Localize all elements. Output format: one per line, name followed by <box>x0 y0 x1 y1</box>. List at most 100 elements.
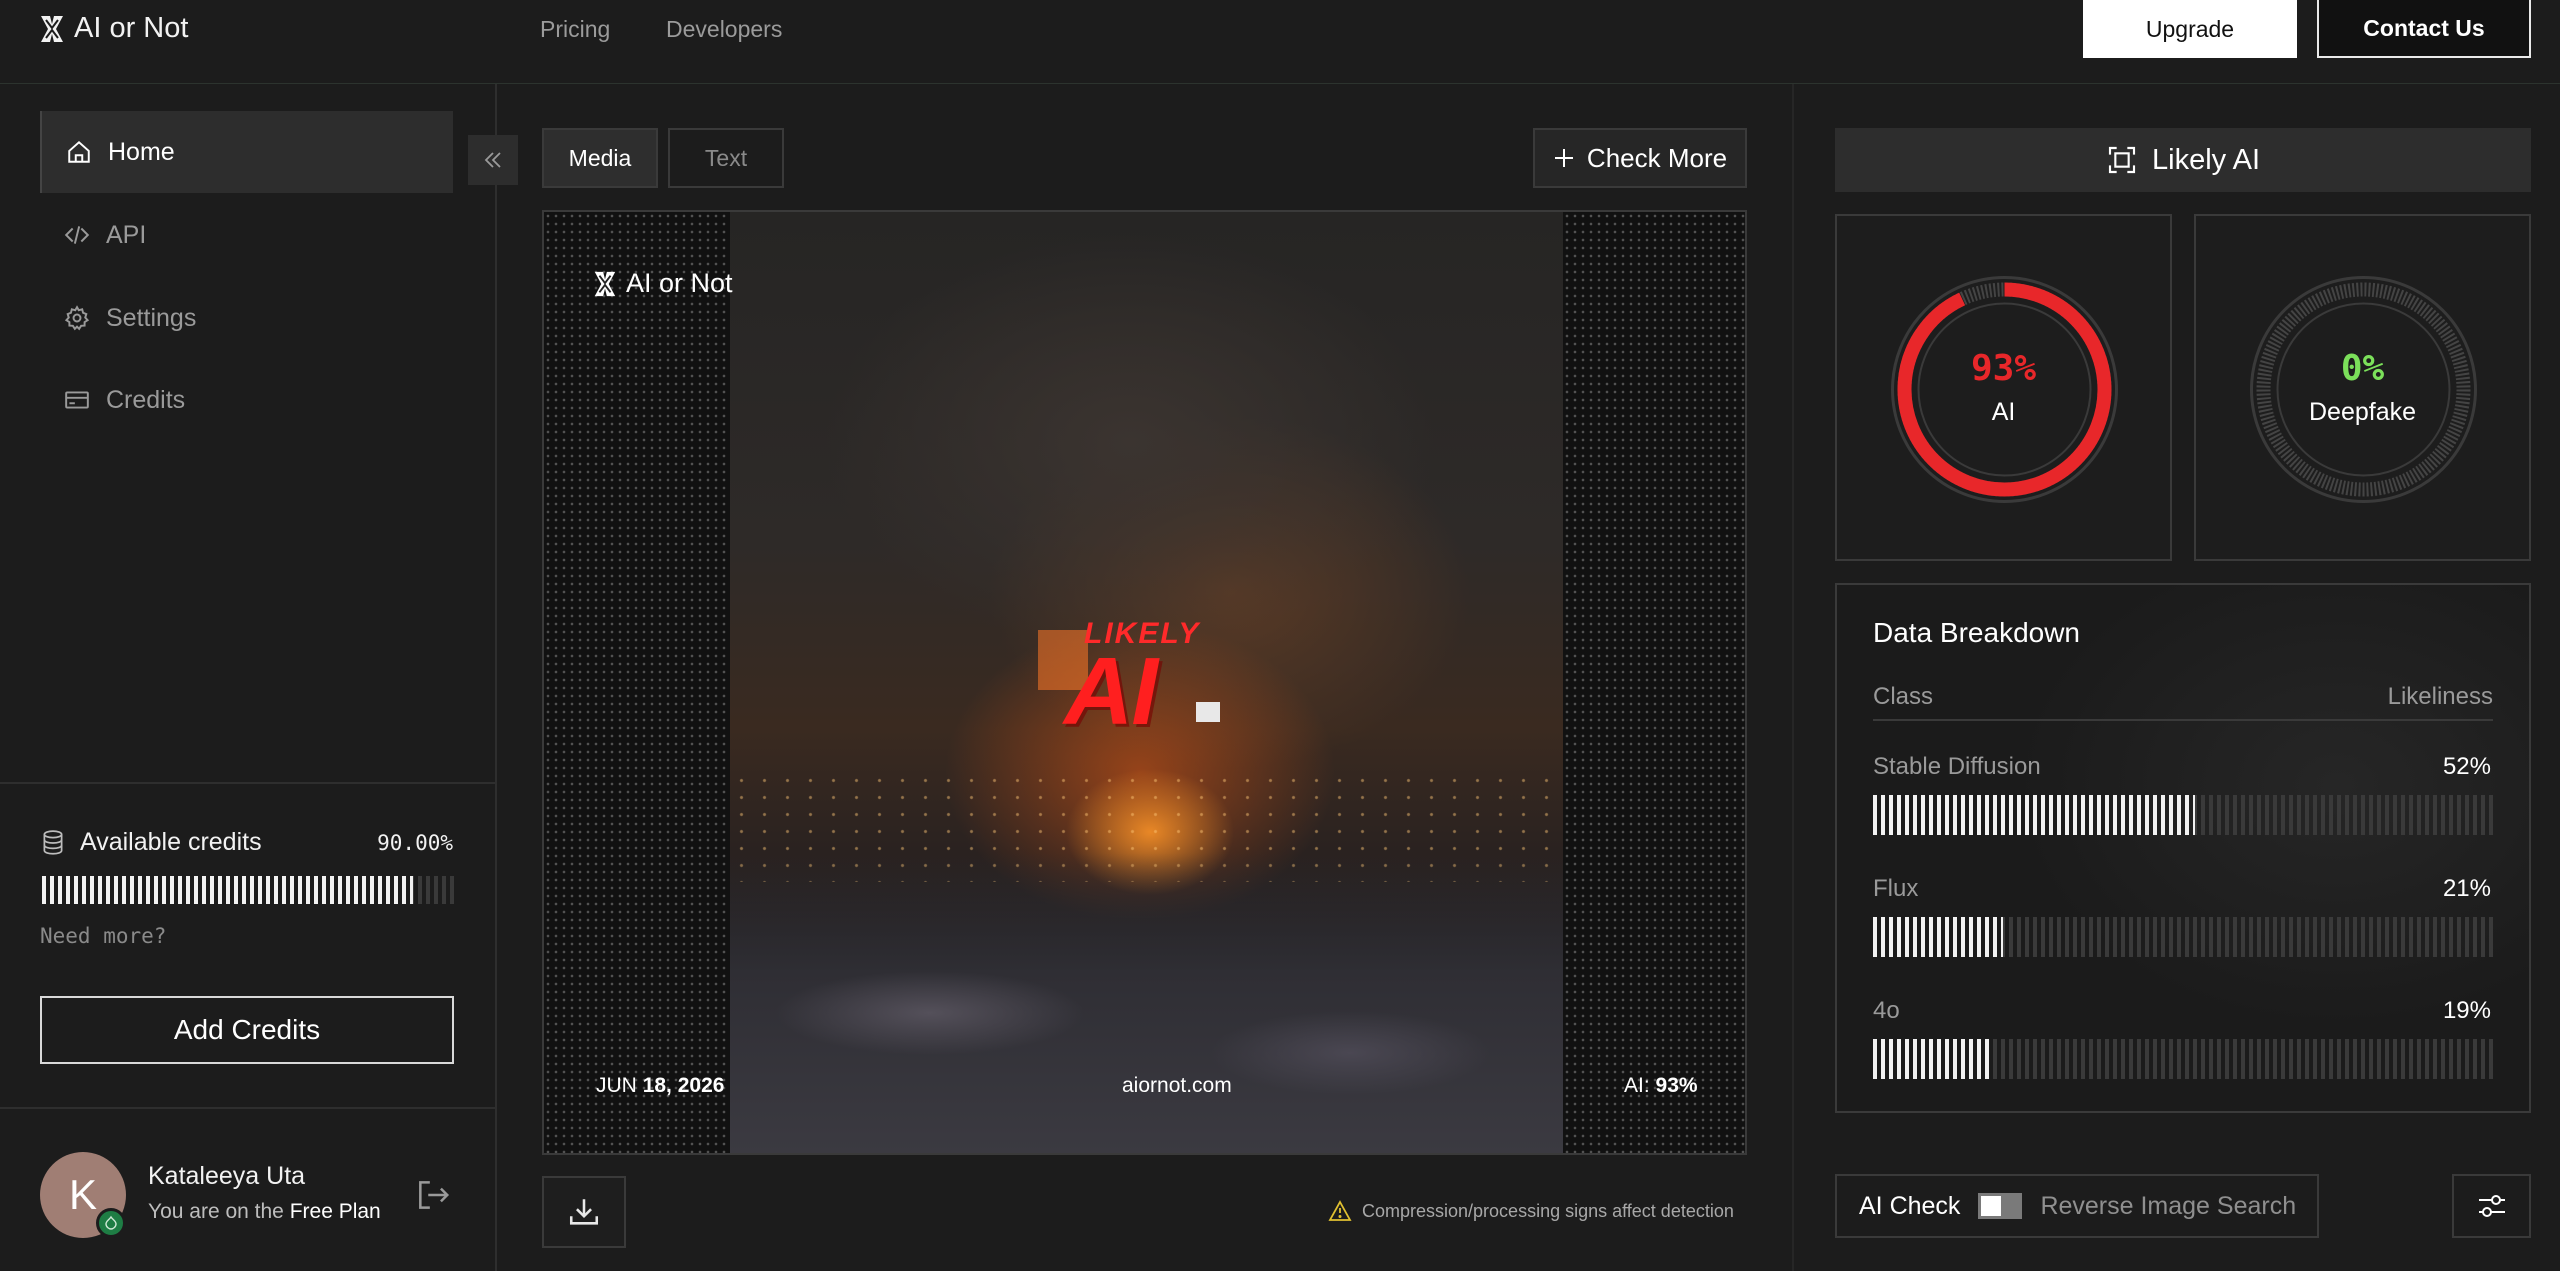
download-button[interactable] <box>542 1176 626 1248</box>
breakdown-row-fill <box>1873 1039 1991 1079</box>
image-ai-value: 93% <box>1655 1074 1698 1097</box>
user-profile[interactable]: K Kataleeya Uta You are on the Free Plan <box>40 1152 460 1238</box>
image-date-month: JUN <box>596 1074 637 1097</box>
available-credits-label: Available credits <box>80 828 262 856</box>
collapse-sidebar-button[interactable] <box>468 135 518 185</box>
sidebar-divider <box>0 782 497 784</box>
filters-button[interactable] <box>2452 1174 2531 1238</box>
available-credits-percent: 90.00% <box>377 830 453 855</box>
breakdown-row-value: 52% <box>2442 753 2491 780</box>
sidebar-item-label: Home <box>108 137 175 166</box>
verdict-banner: Likely AI <box>1835 128 2531 192</box>
breakdown-row-bar <box>1873 917 2493 957</box>
credit-card-icon <box>65 391 89 409</box>
user-name: Kataleeya Uta <box>148 1162 306 1190</box>
image-site: aiornot.com <box>1122 1074 1232 1097</box>
right-panel-divider <box>1792 84 1794 1271</box>
double-chevron-left-icon <box>484 152 501 168</box>
image-pattern-left <box>544 212 730 1153</box>
data-breakdown-header: Class Likeliness <box>1873 683 2493 721</box>
tab-text[interactable]: Text <box>668 128 784 188</box>
column-class: Class <box>1873 683 1934 710</box>
plus-icon <box>1554 149 1573 167</box>
ai-gauge-label: AI <box>1991 398 2016 426</box>
breakdown-row-label: Flux <box>1873 875 1919 902</box>
deepfake-gauge-card: 0% Deepfake <box>2194 214 2531 561</box>
image-date: JUN 18, 2026 <box>596 1074 724 1098</box>
stamp-ai: AI <box>1064 638 1158 745</box>
plan-badge-icon <box>96 1208 126 1238</box>
nav-pricing[interactable]: Pricing <box>540 16 610 43</box>
ai-gauge-card: 93% AI <box>1835 214 2172 561</box>
ai-gauge <box>1891 276 2118 503</box>
need-more-link[interactable]: Need more? <box>40 924 166 948</box>
credits-progress-fill <box>42 876 413 904</box>
credits-progress-bar <box>42 876 454 904</box>
image-ai-score: AI: 93% <box>1624 1074 1698 1098</box>
reverse-image-search-label[interactable]: Reverse Image Search <box>2040 1192 2296 1221</box>
ai-check-label[interactable]: AI Check <box>1859 1192 1960 1221</box>
logout-icon[interactable] <box>414 1176 452 1214</box>
breakdown-row-bar <box>1873 795 2493 835</box>
mode-switch: AI Check Reverse Image Search <box>1835 1174 2319 1238</box>
app-logo[interactable]: AI or Not <box>38 12 188 45</box>
breakdown-row-label: 4o <box>1873 997 1900 1024</box>
verdict-text: Likely AI <box>2152 143 2260 176</box>
scan-icon <box>2108 146 2136 174</box>
sidebar-item-home[interactable]: Home <box>40 111 453 193</box>
stamp-decoration <box>1196 702 1220 722</box>
check-more-button[interactable]: Check More <box>1533 128 1747 188</box>
image-pattern-right <box>1563 212 1745 1153</box>
breakdown-row-bar <box>1873 1039 2493 1079</box>
plan-prefix: You are on the <box>148 1200 284 1223</box>
data-breakdown-card: Data Breakdown Class Likeliness Stable D… <box>1835 583 2531 1113</box>
image-watermark-logo: AI or Not <box>592 268 733 299</box>
sidebar-divider <box>0 1107 497 1109</box>
warning-icon <box>1328 1200 1352 1221</box>
nav-developers[interactable]: Developers <box>666 16 782 43</box>
sidebar-item-settings[interactable]: Settings <box>40 277 453 359</box>
ai-gauge-percent: 93% <box>1970 348 2037 389</box>
code-icon <box>64 226 90 244</box>
image-ai-prefix: AI: <box>1624 1074 1650 1097</box>
image-date-day: 18, 2026 <box>642 1074 725 1097</box>
check-more-label: Check More <box>1586 142 1728 173</box>
user-plan: You are on the Free Plan <box>148 1200 381 1224</box>
home-icon <box>68 140 90 163</box>
deepfake-gauge-percent: 0% <box>2340 348 2385 389</box>
gear-icon <box>64 305 90 331</box>
breakdown-row-value: 21% <box>2442 875 2491 902</box>
upgrade-button[interactable]: Upgrade <box>2083 0 2297 58</box>
deepfake-gauge <box>2250 276 2477 503</box>
sidebar-item-credits[interactable]: Credits <box>40 359 453 441</box>
city-buildings <box>730 853 1563 1153</box>
sidebar: Home API Settings Credits Available cred… <box>0 84 497 1271</box>
breakdown-row-value: 19% <box>2442 997 2491 1024</box>
top-bar: AI or Not Pricing Developers Upgrade Con… <box>0 0 2560 84</box>
detection-warning: Compression/processing signs affect dete… <box>1328 1200 1734 1222</box>
add-credits-button[interactable]: Add Credits <box>40 996 454 1064</box>
avatar-initial: K <box>68 1171 97 1218</box>
download-icon <box>569 1199 599 1225</box>
sidebar-item-api[interactable]: API <box>40 194 453 276</box>
data-breakdown-title: Data Breakdown <box>1873 617 2081 648</box>
breakdown-row-fill <box>1873 917 2004 957</box>
warning-text: Compression/processing signs affect dete… <box>1362 1200 1734 1221</box>
analyzed-image: AI or Not LIKELY AI JUN 18, 2026 aiornot… <box>542 210 1747 1155</box>
app-name: AI or Not <box>74 12 189 44</box>
plan-name: Free Plan <box>289 1200 381 1223</box>
column-likeliness: Likeliness <box>2387 683 2493 710</box>
breakdown-row-fill <box>1873 795 2196 835</box>
logo-icon <box>594 271 616 296</box>
contact-us-button[interactable]: Contact Us <box>2317 0 2531 58</box>
available-credits-row: Available credits 90.00% <box>40 828 453 857</box>
sidebar-item-label: Settings <box>106 303 197 332</box>
ai-gauge-arc <box>1897 282 2112 497</box>
deepfake-gauge-label: Deepfake <box>2308 398 2417 426</box>
logo-icon <box>41 15 63 42</box>
sidebar-item-label: API <box>106 220 147 249</box>
toggle-knob <box>1981 1196 2002 1216</box>
sliders-icon <box>2478 1195 2505 1217</box>
mode-toggle[interactable] <box>1978 1193 2023 1219</box>
tab-media[interactable]: Media <box>542 128 658 188</box>
